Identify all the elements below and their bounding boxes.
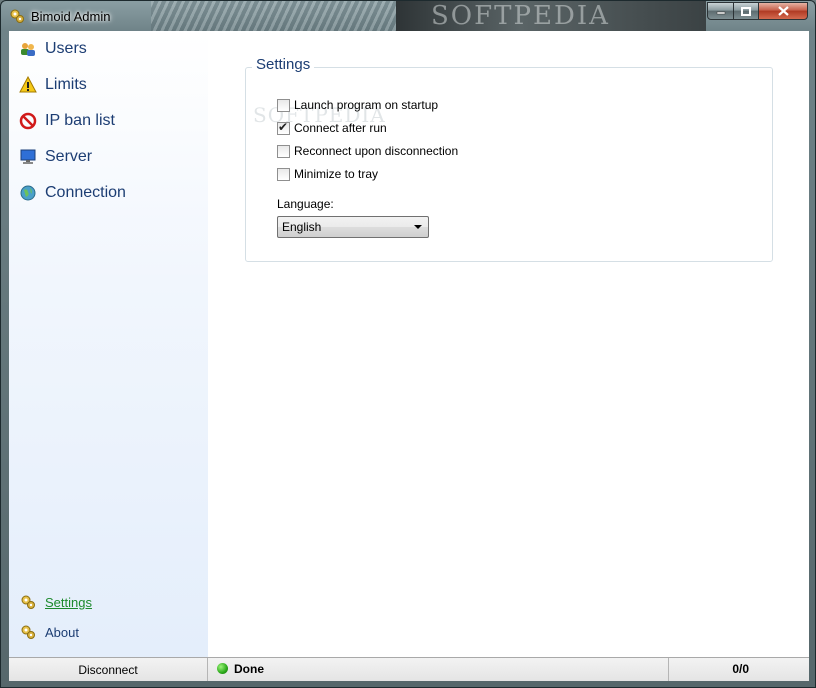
close-button[interactable] (758, 2, 808, 20)
settings-group-title: Settings (252, 56, 315, 73)
sidebar-item-ip-ban-list[interactable]: IP ban list (19, 112, 115, 130)
maximize-icon (741, 6, 751, 16)
sidebar-item-server[interactable]: Server (19, 148, 92, 166)
settings-gears-icon (21, 595, 35, 609)
status-led-icon (217, 663, 228, 674)
language-value: English (282, 220, 322, 234)
disconnect-button[interactable]: Disconnect (9, 658, 208, 681)
checkbox-box: ✔ (277, 119, 290, 135)
title-bar[interactable]: SOFTPEDIA Bimoid Admin (1, 1, 815, 31)
sidebar-item-label: IP ban list (45, 112, 115, 129)
checkbox-label: Connect after run (294, 121, 387, 135)
status-bar: Disconnect Done 0/0 (9, 657, 809, 681)
sidebar-item-users[interactable]: Users (19, 40, 87, 58)
checkbox-box (277, 144, 290, 158)
client-area: Users Limits IP ban list Server Connecti… (9, 31, 809, 681)
sidebar-item-label: Limits (45, 76, 87, 93)
checkbox-label: Launch program on startup (294, 98, 439, 112)
window-title: Bimoid Admin (31, 9, 111, 24)
ban-icon (19, 112, 37, 130)
checkbox-label: Minimize to tray (294, 167, 379, 181)
about-gears-icon (21, 625, 35, 639)
app-gears-icon (10, 9, 24, 23)
language-label: Language: (277, 197, 334, 211)
sidebar-item-settings[interactable]: Settings (19, 593, 92, 611)
sidebar-item-connection[interactable]: Connection (19, 184, 126, 202)
sidebar-item-label: Server (45, 148, 93, 165)
minimize-icon (716, 11, 725, 15)
title-watermark: SOFTPEDIA (431, 1, 610, 31)
close-icon (777, 6, 789, 16)
sidebar-item-label: Users (45, 40, 87, 57)
sidebar-item-label: Connection (45, 184, 126, 201)
maximize-button[interactable] (733, 2, 759, 20)
language-select[interactable]: English (277, 216, 429, 238)
users-icon (19, 40, 37, 58)
globe-icon (19, 184, 37, 202)
checkbox-box (277, 167, 290, 181)
minimize-to-tray-checkbox[interactable]: Minimize to tray (277, 167, 378, 181)
sidebar-item-about[interactable]: About (19, 623, 79, 641)
sidebar-item-label: About (45, 624, 79, 640)
app-window: SOFTPEDIA Bimoid Admin Users Limits IP b… (0, 0, 816, 688)
connect-after-run-checkbox[interactable]: ✔ Connect after run (277, 119, 387, 135)
monitor-icon (19, 148, 37, 166)
warning-icon (19, 76, 37, 94)
connection-count: 0/0 (732, 662, 749, 676)
minimize-button[interactable] (707, 2, 734, 20)
sidebar: Users Limits IP ban list Server Connecti… (9, 31, 208, 657)
count-cell: 0/0 (668, 658, 809, 681)
chevron-down-icon (414, 225, 422, 229)
status-text: Done (234, 662, 264, 676)
launch-on-startup-checkbox[interactable]: Launch program on startup (277, 98, 438, 112)
sidebar-item-limits[interactable]: Limits (19, 76, 87, 94)
checkbox-label: Reconnect upon disconnection (294, 144, 459, 158)
checkbox-box (277, 98, 290, 112)
sidebar-item-label: Settings (45, 594, 92, 610)
settings-panel: Settings SOFTPEDIA Launch program on sta… (208, 31, 809, 657)
reconnect-checkbox[interactable]: Reconnect upon disconnection (277, 144, 458, 158)
